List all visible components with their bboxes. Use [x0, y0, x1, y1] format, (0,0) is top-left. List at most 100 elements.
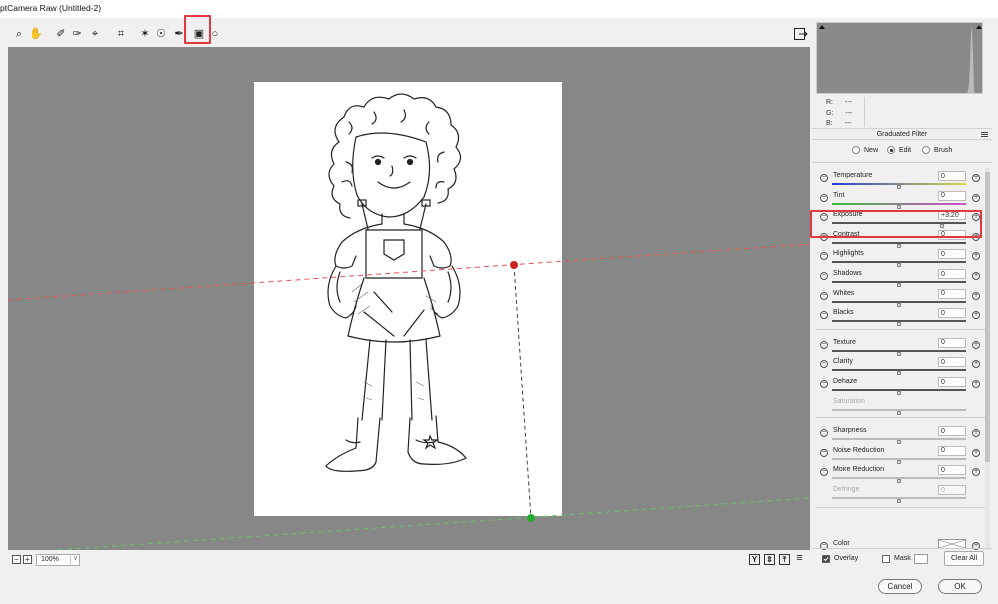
minus-icon[interactable]: − — [820, 468, 828, 477]
filter-start-pin[interactable] — [510, 261, 518, 269]
histogram-graph — [967, 27, 975, 93]
white-balance-icon[interactable]: ✐ — [54, 27, 68, 41]
mode-new[interactable]: New — [852, 146, 878, 154]
minus-icon[interactable]: − — [820, 340, 828, 349]
plus-icon[interactable]: + — [972, 448, 980, 457]
image-canvas[interactable] — [8, 47, 810, 550]
highlight-clipping-icon — [976, 25, 982, 29]
right-panel: R: --- G: --- B: --- Graduated Filter New Ed… — [810, 22, 992, 570]
minus-icon[interactable]: − — [820, 193, 828, 202]
view-settings-icon[interactable]: ≡ — [794, 553, 805, 565]
whites-label: Whites — [833, 289, 855, 297]
plus-icon[interactable]: + — [972, 291, 980, 300]
red-eye-icon[interactable]: ☉ — [154, 27, 168, 41]
plus-icon[interactable]: + — [972, 311, 980, 320]
cancel-button[interactable]: Cancel — [878, 579, 922, 594]
mask-checkbox[interactable] — [882, 555, 890, 563]
minus-icon[interactable]: − — [820, 360, 828, 369]
minus-icon[interactable]: − — [820, 272, 828, 280]
blacks-value-field[interactable]: 0 — [938, 308, 966, 319]
plus-icon[interactable]: + — [972, 174, 980, 182]
dehaze-value-field[interactable]: 0 — [938, 377, 966, 387]
plus-icon[interactable]: + — [972, 193, 980, 202]
tint-slider-thumb[interactable] — [897, 204, 901, 209]
plus-icon[interactable]: + — [972, 429, 980, 438]
zoom-in-button[interactable]: + — [23, 555, 32, 564]
defringe-value-field: 0 — [938, 485, 966, 495]
hand-icon[interactable]: ✋ — [29, 27, 43, 41]
slider-clarity: − Clarity 0 + — [812, 357, 984, 376]
copy-settings-button[interactable]: ⤒ — [779, 554, 790, 565]
shadows-label: Shadows — [833, 270, 862, 277]
temperature-slider-thumb[interactable] — [897, 185, 901, 189]
sharpness-slider-thumb[interactable] — [897, 440, 901, 445]
plus-icon[interactable]: + — [972, 252, 980, 261]
ok-button[interactable]: OK — [938, 579, 982, 594]
whites-slider-thumb[interactable] — [897, 302, 901, 307]
plus-icon[interactable]: + — [972, 468, 980, 477]
texture-slider-thumb[interactable] — [897, 351, 901, 356]
temperature-value-field[interactable]: 0 — [938, 171, 966, 181]
plus-icon[interactable]: + — [972, 272, 980, 280]
radio-brush[interactable] — [922, 146, 930, 154]
window-title: ptCamera Raw (Untitled-2) — [0, 3, 102, 13]
mode-label: Edit — [899, 146, 912, 154]
shadows-slider-thumb[interactable] — [897, 283, 901, 287]
plus-icon[interactable]: + — [972, 340, 980, 349]
minus-icon[interactable]: − — [820, 311, 828, 320]
texture-value-field[interactable]: 0 — [938, 337, 966, 348]
crop-icon[interactable]: ⌗ — [114, 27, 128, 41]
minus-icon[interactable]: − — [820, 291, 828, 300]
dehaze-slider-thumb[interactable] — [897, 391, 901, 395]
contrast-slider-thumb[interactable] — [897, 243, 901, 248]
defringe-label: Defringe — [833, 486, 860, 493]
spot-removal-icon[interactable]: ✶ — [138, 27, 152, 41]
minus-icon[interactable]: − — [820, 252, 828, 261]
moire-reduction-value-field[interactable]: 0 — [938, 465, 966, 476]
slider-whites: − Whites 0 + — [812, 288, 984, 307]
plus-icon[interactable]: + — [972, 360, 980, 369]
highlights-slider-thumb[interactable] — [897, 263, 901, 268]
mask-color-swatch[interactable] — [914, 554, 928, 564]
mode-edit[interactable]: Edit — [887, 146, 911, 154]
minus-icon[interactable]: − — [820, 429, 828, 438]
sharpness-value-field[interactable]: 0 — [938, 426, 966, 437]
clarity-value-field[interactable]: 0 — [938, 357, 966, 368]
highlights-value-field[interactable]: 0 — [938, 249, 966, 260]
shadows-value-field[interactable]: 0 — [938, 269, 966, 279]
export-icon[interactable] — [794, 28, 808, 40]
panel-scrollbar[interactable] — [985, 168, 990, 550]
shadow-clipping-icon — [819, 25, 825, 29]
moire-reduction-slider-thumb[interactable] — [897, 479, 901, 484]
blacks-label: Blacks — [833, 309, 854, 317]
mode-brush[interactable]: Brush — [922, 146, 952, 154]
texture-label: Texture — [833, 338, 856, 346]
plus-icon[interactable]: + — [972, 380, 980, 388]
temperature-label: Temperature — [833, 172, 873, 179]
filter-end-pin[interactable] — [527, 514, 535, 522]
swap-settings-button[interactable]: ⇕ — [764, 554, 775, 565]
slider-texture: − Texture 0 + — [812, 337, 984, 356]
chevron-down-icon[interactable]: ∨ — [70, 554, 80, 566]
tint-value-field[interactable]: 0 — [938, 190, 966, 201]
zoom-out-button[interactable]: − — [12, 555, 21, 564]
clear-all-button[interactable]: Clear All — [944, 551, 984, 566]
minus-icon[interactable]: − — [820, 380, 828, 388]
color-sampler-icon[interactable]: ✑ — [70, 27, 84, 41]
radio-edit[interactable] — [887, 146, 895, 154]
before-after-toggle-button[interactable]: Y — [749, 554, 760, 565]
noise-reduction-value-field[interactable]: 0 — [938, 445, 966, 456]
noise-reduction-slider-thumb[interactable] — [897, 459, 901, 464]
whites-value-field[interactable]: 0 — [938, 288, 966, 299]
blacks-slider-thumb[interactable] — [897, 322, 901, 327]
panel-menu-icon[interactable] — [981, 132, 988, 137]
overlay-checkbox[interactable] — [822, 555, 830, 563]
panel-scroll-thumb[interactable] — [985, 172, 990, 462]
clarity-slider-thumb[interactable] — [897, 371, 901, 376]
targeted-adjustment-icon[interactable]: ⌖ — [88, 27, 102, 41]
sharpness-label: Sharpness — [833, 427, 867, 435]
minus-icon[interactable]: − — [820, 448, 828, 457]
minus-icon[interactable]: − — [820, 174, 828, 182]
zoom-icon[interactable]: ⌕ — [12, 27, 26, 41]
radio-new[interactable] — [852, 146, 860, 154]
